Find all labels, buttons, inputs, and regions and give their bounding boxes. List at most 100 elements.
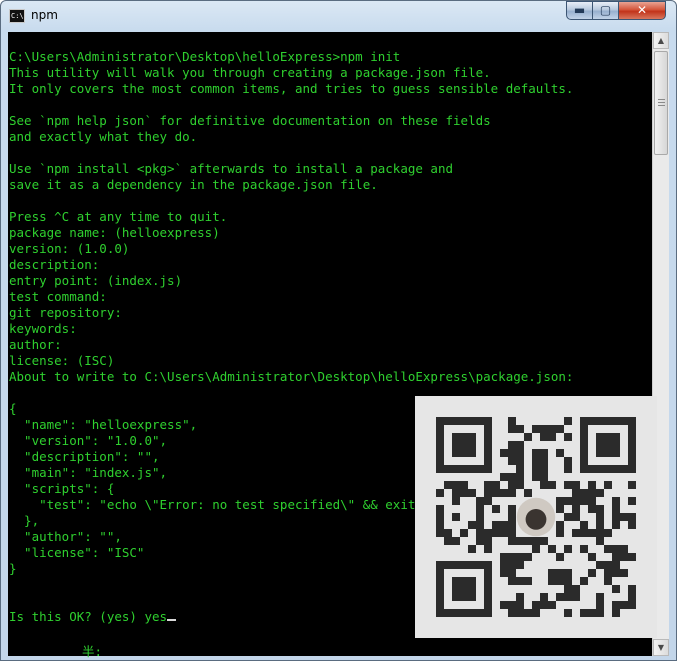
qr-module — [564, 457, 572, 465]
qr-module — [580, 529, 588, 537]
qr-module — [548, 545, 556, 553]
qr-module — [540, 457, 548, 465]
console-line: "test": "echo \"Error: no test specified… — [9, 497, 438, 512]
window-title: npm — [31, 8, 58, 22]
qr-finder-core — [452, 577, 476, 601]
qr-module — [612, 521, 620, 529]
qr-module — [484, 497, 492, 505]
qr-module — [508, 513, 516, 521]
qr-module — [516, 449, 524, 457]
console-line: save it as a dependency in the package.j… — [9, 177, 378, 192]
qr-module — [572, 529, 580, 537]
qr-module — [532, 465, 540, 473]
title-bar[interactable]: C:\ npm ▬ ▢ ✕ — [1, 1, 676, 31]
qr-module — [444, 537, 452, 545]
qr-module — [508, 489, 516, 497]
qr-module — [564, 433, 572, 441]
qr-module — [628, 585, 636, 593]
qr-module — [476, 513, 484, 521]
qr-module — [556, 505, 564, 513]
qr-module — [508, 577, 516, 585]
qr-module — [612, 497, 620, 505]
scroll-up-button[interactable]: ▲ — [653, 32, 669, 49]
qr-module — [620, 569, 628, 577]
console-line: }, — [9, 513, 40, 528]
qr-module — [564, 417, 572, 425]
qr-module — [564, 481, 572, 489]
qr-module — [484, 537, 492, 545]
qr-module — [452, 497, 460, 505]
qr-module — [588, 529, 596, 537]
qr-module — [580, 521, 588, 529]
close-button[interactable]: ✕ — [618, 1, 666, 20]
qr-module — [508, 449, 516, 457]
qr-module — [460, 489, 468, 497]
qr-module — [508, 441, 516, 449]
qr-module — [548, 481, 556, 489]
qr-module — [620, 601, 628, 609]
cmd-app-icon[interactable]: C:\ — [9, 9, 25, 23]
qr-module — [476, 529, 484, 537]
qr-module — [436, 489, 444, 497]
qr-module — [540, 473, 548, 481]
console-line: package name: (helloexpress) — [9, 225, 220, 240]
console-window: C:\ npm ▬ ▢ ✕ C:\Users\Administrator\Des… — [0, 0, 677, 661]
qr-module — [612, 609, 620, 617]
qr-module — [596, 513, 604, 521]
console-line: "scripts": { — [9, 481, 115, 496]
qr-module — [508, 537, 516, 545]
qr-module — [516, 457, 524, 465]
qr-module — [572, 585, 580, 593]
qr-module — [596, 537, 604, 545]
qr-module — [580, 577, 588, 585]
qr-module — [468, 521, 476, 529]
qr-module — [580, 609, 588, 617]
qr-module — [452, 489, 460, 497]
scroll-thumb[interactable] — [654, 51, 668, 155]
qr-module — [532, 545, 540, 553]
qr-finder-core — [596, 433, 620, 457]
console-line: About to write to C:\Users\Administrator… — [9, 369, 574, 384]
qr-module — [508, 521, 516, 529]
qr-module — [508, 601, 516, 609]
qr-module — [492, 529, 500, 537]
qr-module — [492, 505, 500, 513]
qr-module — [540, 465, 548, 473]
qr-module — [588, 609, 596, 617]
qr-module — [604, 529, 612, 537]
qr-module — [436, 529, 444, 537]
qr-module — [604, 569, 612, 577]
qr-module — [604, 481, 612, 489]
qr-module — [628, 513, 636, 521]
maximize-button[interactable]: ▢ — [592, 1, 619, 20]
qr-module — [548, 433, 556, 441]
qr-module — [524, 489, 532, 497]
qr-module — [556, 553, 564, 561]
qr-module — [532, 425, 540, 433]
qr-module — [612, 513, 620, 521]
qr-module — [452, 537, 460, 545]
qr-module — [556, 497, 564, 505]
qr-module — [556, 529, 564, 537]
qr-module — [556, 449, 564, 457]
qr-module — [508, 505, 516, 513]
qr-code-image — [436, 417, 636, 617]
ime-status-indicator: 半: — [82, 644, 103, 659]
qr-module — [612, 561, 620, 569]
qr-module — [540, 481, 548, 489]
qr-module — [484, 545, 492, 553]
qr-module — [516, 537, 524, 545]
qr-module — [524, 609, 532, 617]
qr-module — [476, 497, 484, 505]
qr-module — [548, 425, 556, 433]
qr-module — [564, 497, 572, 505]
qr-module — [572, 505, 580, 513]
console-line: author: — [9, 337, 62, 352]
qr-module — [500, 529, 508, 537]
minimize-button[interactable]: ▬ — [566, 1, 593, 20]
qr-module — [588, 481, 596, 489]
console-line: "name": "helloexpress", — [9, 417, 198, 432]
scroll-down-button[interactable]: ▼ — [653, 639, 669, 656]
console-line: and exactly what they do. — [9, 129, 198, 144]
console-line: keywords: — [9, 321, 77, 336]
